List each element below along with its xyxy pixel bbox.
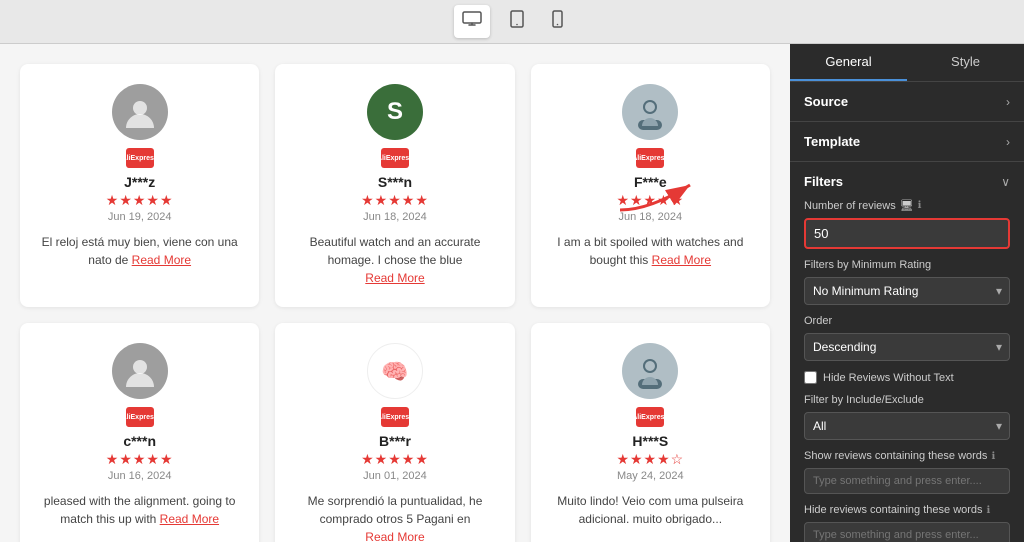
avatar: [622, 84, 678, 140]
review-text: I am a bit spoiled with watches and boug…: [547, 233, 754, 269]
review-card: AliExpress J***z ★★★★★ Jun 19, 2024 El r…: [20, 64, 259, 307]
tab-style[interactable]: Style: [907, 44, 1024, 81]
hide-without-text-group: Hide Reviews Without Text: [804, 371, 1010, 384]
hide-containing-input[interactable]: [804, 522, 1010, 542]
reviewer-name: B***r: [379, 433, 411, 449]
stars: ★★★★★: [106, 451, 174, 468]
rating-filter-select-wrapper: No Minimum Rating: [804, 277, 1010, 305]
reviewer-name: S***n: [378, 174, 412, 190]
review-card: AliExpress F***e ★★★★★ Jun 18, 2024 I am…: [531, 64, 770, 307]
review-date: May 24, 2024: [617, 470, 684, 482]
review-text: pleased with the alignment. going to mat…: [36, 492, 243, 528]
review-text: Beautiful watch and an accurate homage. …: [291, 233, 498, 287]
hide-containing-label: Hide reviews containing these words ℹ: [804, 504, 1010, 516]
template-section: Template ›: [790, 122, 1024, 162]
read-more-link[interactable]: Read More: [160, 512, 219, 526]
store-badge: AliExpress: [126, 148, 154, 168]
reviewer-name: c***n: [123, 433, 156, 449]
avatar: [112, 343, 168, 399]
show-containing-label: Show reviews containing these words ℹ: [804, 450, 1010, 462]
template-title: Template: [804, 134, 860, 149]
order-label: Order: [804, 315, 1010, 327]
store-badge: AliExpress: [636, 148, 664, 168]
read-more-link[interactable]: Read More: [365, 530, 424, 542]
template-row[interactable]: Template ›: [804, 134, 1010, 149]
filters-header[interactable]: Filters ∨: [804, 174, 1010, 189]
svg-text:🧠: 🧠: [381, 359, 408, 384]
review-card: AliExpress c***n ★★★★★ Jun 16, 2024 plea…: [20, 323, 259, 542]
review-text: Me sorprendió la puntualidad, he comprad…: [291, 492, 498, 542]
reviewer-name: F***e: [634, 174, 667, 190]
review-date: Jun 18, 2024: [619, 211, 683, 223]
show-containing-input[interactable]: [804, 468, 1010, 494]
show-containing-group: Show reviews containing these words ℹ: [804, 450, 1010, 494]
rating-filter-group: Filters by Minimum Rating No Minimum Rat…: [804, 259, 1010, 305]
stars: ★★★★☆: [616, 451, 684, 468]
filters-chevron-icon: ∨: [1001, 175, 1010, 189]
number-of-reviews-label: Number of reviews 🖥 ℹ: [804, 199, 1010, 212]
hide-without-text-label: Hide Reviews Without Text: [823, 372, 954, 384]
review-card: AliExpress H***S ★★★★☆ May 24, 2024 Muit…: [531, 323, 770, 542]
mobile-device-btn[interactable]: [544, 4, 571, 39]
desktop-device-btn[interactable]: [454, 5, 490, 38]
right-panel: General Style Source › Template › Filter…: [790, 44, 1024, 542]
include-exclude-label: Filter by Include/Exclude: [804, 394, 1010, 406]
read-more-link[interactable]: Read More: [365, 271, 424, 285]
reviewer-name: H***S: [632, 433, 668, 449]
order-group: Order Descending Ascending: [804, 315, 1010, 361]
stars: ★★★★★: [361, 451, 429, 468]
filters-title: Filters: [804, 174, 843, 189]
source-row[interactable]: Source ›: [804, 94, 1010, 109]
hide-without-text-row: Hide Reviews Without Text: [804, 371, 1010, 384]
hide-containing-info-icon[interactable]: ℹ: [987, 505, 991, 516]
order-select-wrapper: Descending Ascending: [804, 333, 1010, 361]
read-more-link[interactable]: Read More: [132, 253, 191, 267]
source-section: Source ›: [790, 82, 1024, 122]
review-date: Jun 16, 2024: [108, 470, 172, 482]
tablet-device-btn[interactable]: [502, 4, 532, 39]
include-exclude-group: Filter by Include/Exclude All Include On…: [804, 394, 1010, 440]
review-date: Jun 01, 2024: [363, 470, 427, 482]
review-date: Jun 18, 2024: [363, 211, 427, 223]
template-chevron-icon: ›: [1006, 135, 1010, 149]
panel-tabs: General Style: [790, 44, 1024, 82]
store-badge: AliExpress: [381, 148, 409, 168]
store-badge: AliExpress: [636, 407, 664, 427]
source-title: Source: [804, 94, 848, 109]
source-chevron-icon: ›: [1006, 95, 1010, 109]
show-containing-info-icon[interactable]: ℹ: [991, 451, 995, 462]
rating-filter-label: Filters by Minimum Rating: [804, 259, 1010, 271]
reviews-grid: AliExpress J***z ★★★★★ Jun 19, 2024 El r…: [20, 64, 770, 542]
review-text: El reloj está muy bien, viene con una na…: [36, 233, 243, 269]
top-bar: [0, 0, 1024, 44]
review-text: Muito lindo! Veio com uma pulseira adici…: [547, 492, 754, 528]
stars: ★★★★★: [616, 192, 684, 209]
store-badge: AliExpress: [126, 407, 154, 427]
order-select[interactable]: Descending Ascending: [804, 333, 1010, 361]
store-badge: AliExpress: [381, 407, 409, 427]
avatar: S: [367, 84, 423, 140]
avatar: [112, 84, 168, 140]
number-of-reviews-group: Number of reviews 🖥 ℹ: [804, 199, 1010, 249]
read-more-link[interactable]: Read More: [652, 253, 711, 267]
stars: ★★★★★: [106, 192, 174, 209]
review-card: 🧠 AliExpress B***r ★★★★★ Jun 01, 2024 Me…: [275, 323, 514, 542]
main-content: AliExpress J***z ★★★★★ Jun 19, 2024 El r…: [0, 44, 1024, 542]
stars: ★★★★★: [361, 192, 429, 209]
tab-general[interactable]: General: [790, 44, 907, 81]
filters-section: Filters ∨ Number of reviews 🖥 ℹ Filters …: [790, 162, 1024, 542]
review-date: Jun 19, 2024: [108, 211, 172, 223]
hide-containing-group: Hide reviews containing these words ℹ: [804, 504, 1010, 542]
number-of-reviews-info-icon[interactable]: ℹ: [918, 200, 922, 211]
reviewer-name: J***z: [124, 174, 155, 190]
hide-without-text-checkbox[interactable]: [804, 371, 817, 384]
number-of-reviews-input[interactable]: [804, 218, 1010, 249]
include-exclude-select[interactable]: All Include Only Exclude Only: [804, 412, 1010, 440]
avatar: 🧠: [367, 343, 423, 399]
reviews-area: AliExpress J***z ★★★★★ Jun 19, 2024 El r…: [0, 44, 790, 542]
include-exclude-select-wrapper: All Include Only Exclude Only: [804, 412, 1010, 440]
rating-filter-select[interactable]: No Minimum Rating: [804, 277, 1010, 305]
avatar: [622, 343, 678, 399]
review-card: S AliExpress S***n ★★★★★ Jun 18, 2024 Be…: [275, 64, 514, 307]
